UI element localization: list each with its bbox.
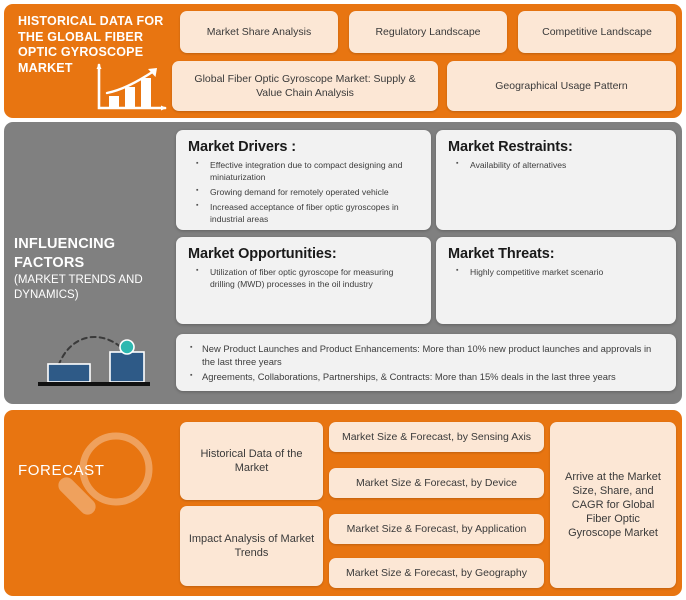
panel-market-drivers: Market Drivers : Effective integration d… <box>176 130 431 230</box>
influencing-section-subtitle: (MARKET TRENDS AND DYNAMICS) <box>14 274 143 301</box>
panel-market-restraints-list: Availability of alternatives <box>448 158 664 171</box>
panel-market-opportunities: Market Opportunities: Utilization of fib… <box>176 237 431 324</box>
card-historical-data-of-market[interactable]: Historical Data of the Market <box>180 422 323 500</box>
card-forecast-by-application[interactable]: Market Size & Forecast, by Application <box>329 514 544 544</box>
panel-market-drivers-list: Effective integration due to compact des… <box>188 158 419 225</box>
bar-chart-growth-icon <box>96 63 167 111</box>
panel-market-restraints: Market Restraints: Availability of alter… <box>436 130 676 230</box>
influencing-label-column: INFLUENCING FACTORS (MARKET TRENDS AND D… <box>4 122 172 404</box>
influencing-section-title: INFLUENCING FACTORS <box>14 236 116 271</box>
infographic-page: HISTORICAL DATA FOR THE GLOBAL FIBER OPT… <box>0 0 686 600</box>
influencing-factors-section: INFLUENCING FACTORS (MARKET TRENDS AND D… <box>4 122 682 404</box>
panel-market-restraints-heading: Market Restraints: <box>448 139 573 155</box>
list-item: Availability of alternatives <box>448 158 664 171</box>
card-supply-value-chain[interactable]: Global Fiber Optic Gyroscope Market: Sup… <box>172 61 438 111</box>
magnifier-icon <box>58 432 153 515</box>
list-item: Highly competitive market scenario <box>448 265 664 278</box>
card-forecast-by-sensing-axis[interactable]: Market Size & Forecast, by Sensing Axis <box>329 422 544 452</box>
list-item: Increased acceptance of fiber optic gyro… <box>188 200 419 225</box>
historical-label-column: HISTORICAL DATA FOR THE GLOBAL FIBER OPT… <box>4 4 172 118</box>
list-item: Growing demand for remotely operated veh… <box>188 185 419 198</box>
panel-market-threats-heading: Market Threats: <box>448 246 555 262</box>
card-regulatory-landscape[interactable]: Regulatory Landscape <box>349 11 507 53</box>
list-item: Agreements, Collaborations, Partnerships… <box>186 369 666 383</box>
historical-data-section: HISTORICAL DATA FOR THE GLOBAL FIBER OPT… <box>4 4 682 118</box>
forecast-section-title: FORECAST <box>18 462 105 479</box>
panel-market-threats: Market Threats: Highly competitive marke… <box>436 237 676 324</box>
panel-market-drivers-heading: Market Drivers : <box>188 139 297 155</box>
card-arrive-at-market-size[interactable]: Arrive at the Market Size, Share, and CA… <box>550 422 676 588</box>
panel-market-opportunities-list: Utilization of fiber optic gyroscope for… <box>188 265 419 290</box>
forecast-label-column: FORECAST <box>4 410 172 596</box>
panel-strategic-developments: New Product Launches and Product Enhance… <box>176 334 676 391</box>
card-market-share-analysis[interactable]: Market Share Analysis <box>180 11 338 53</box>
card-forecast-by-geography[interactable]: Market Size & Forecast, by Geography <box>329 558 544 588</box>
card-geographical-usage-pattern[interactable]: Geographical Usage Pattern <box>447 61 676 111</box>
list-item: New Product Launches and Product Enhance… <box>186 341 666 369</box>
strategic-developments-list: New Product Launches and Product Enhance… <box>186 341 666 383</box>
panel-market-opportunities-heading: Market Opportunities: <box>188 246 337 262</box>
bouncing-ball-growth-icon <box>38 336 150 386</box>
card-impact-analysis-market-trends[interactable]: Impact Analysis of Market Trends <box>180 506 323 586</box>
card-forecast-by-device[interactable]: Market Size & Forecast, by Device <box>329 468 544 498</box>
card-competitive-landscape[interactable]: Competitive Landscape <box>518 11 676 53</box>
forecast-section: FORECAST Historical Data of the Market I… <box>4 410 682 596</box>
panel-market-threats-list: Highly competitive market scenario <box>448 265 664 278</box>
list-item: Utilization of fiber optic gyroscope for… <box>188 265 419 290</box>
list-item: Effective integration due to compact des… <box>188 158 419 183</box>
